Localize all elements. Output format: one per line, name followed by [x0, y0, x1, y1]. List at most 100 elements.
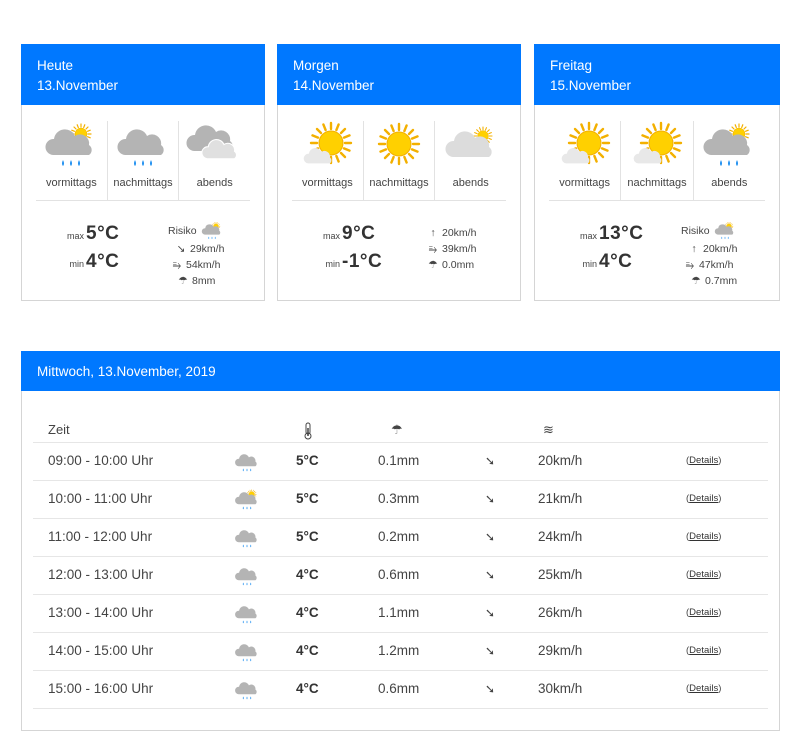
row-wind-speed: 20km/h: [538, 453, 583, 468]
wind-direction-icon: ↘: [176, 243, 186, 255]
row-time: 09:00 - 10:00 Uhr: [48, 453, 154, 468]
row-temperature: 5°C: [296, 491, 319, 506]
period-evening: abends: [692, 121, 765, 201]
max-label: max: [66, 231, 84, 241]
row-temperature: 5°C: [296, 453, 319, 468]
min-temp: -1°C: [342, 251, 383, 272]
divider: [36, 200, 250, 201]
temperature-range: max 5°C min 4°C: [62, 223, 162, 279]
row-temperature: 4°C: [296, 605, 319, 620]
period-label: nachmittags: [627, 177, 687, 189]
gust-speed: 39km/h: [442, 243, 477, 255]
conditions-summary: ↑ 20km/h ⥱ 39km/h ☂ 0.0mm: [424, 225, 476, 273]
forecast-card-today: Heute 13.November vormittags nachmittags…: [21, 44, 265, 301]
row-temperature: 4°C: [296, 681, 319, 696]
period-label: vormittags: [301, 177, 353, 189]
row-wind-speed: 29km/h: [538, 643, 583, 658]
gust-icon: ⥱: [685, 259, 695, 271]
details-link-wrapper: (Details): [686, 645, 722, 656]
wind-direction-icon: ➘: [485, 530, 496, 544]
period-icons: vormittags nachmittags abends: [549, 121, 765, 201]
row-precipitation: 0.3mm: [378, 491, 420, 506]
card-header: Freitag 15.November: [534, 44, 780, 105]
wind-direction-icon: ➘: [485, 606, 496, 620]
table-row: 15:00 - 16:00 Uhr 4°C 0.6mm ➘ 30km/h (Details…: [33, 670, 768, 709]
wind-direction-icon: ↑: [430, 227, 436, 239]
hourly-forecast-table: Mittwoch, 13.November, 2019 Zeit ☂ ≋ 09:…: [21, 351, 780, 731]
min-temp: 4°C: [86, 251, 120, 272]
conditions-summary: Risiko ↘ 29km/h ⥱ 54km/h ☂ 8mm: [168, 221, 224, 289]
period-evening: abends: [434, 121, 506, 201]
card-day: Morgen: [293, 58, 339, 73]
sun-icon: [377, 122, 421, 166]
min-label: min: [69, 259, 84, 269]
row-wind-speed: 25km/h: [538, 567, 583, 582]
details-link[interactable]: Details: [689, 569, 718, 580]
row-precipitation: 1.2mm: [378, 643, 420, 658]
wind-direction-icon: ↑: [691, 243, 697, 255]
sun-cloud-icon: [561, 121, 610, 165]
row-time: 13:00 - 14:00 Uhr: [48, 605, 154, 620]
max-label: max: [579, 231, 597, 241]
umbrella-icon: ☂: [178, 275, 188, 287]
wind-direction-icon: ➘: [485, 682, 496, 696]
details-link[interactable]: Details: [689, 493, 718, 504]
min-label: min: [325, 259, 340, 269]
divider: [292, 200, 506, 201]
details-link[interactable]: Details: [689, 531, 718, 542]
card-day: Heute: [37, 58, 74, 73]
wind-speed: 20km/h: [442, 227, 477, 239]
wind-icon: ≋: [543, 422, 554, 437]
card-header: Heute 13.November: [21, 44, 265, 105]
precipitation: 0.7mm: [705, 275, 738, 287]
details-link-wrapper: (Details): [686, 493, 722, 504]
details-link-wrapper: (Details): [686, 683, 722, 694]
row-precipitation: 1.1mm: [378, 605, 420, 620]
period-evening: abends: [178, 121, 250, 201]
table-row: 14:00 - 15:00 Uhr 4°C 1.2mm ➘ 29km/h (Details…: [33, 632, 768, 671]
divider: [549, 200, 765, 201]
wind-speed: 29km/h: [190, 243, 225, 255]
row-wind-speed: 30km/h: [538, 681, 583, 696]
card-date: 15.November: [550, 78, 632, 93]
table-row: 13:00 - 14:00 Uhr 4°C 1.1mm ➘ 26km/h (Details…: [33, 594, 768, 633]
details-link[interactable]: Details: [689, 683, 718, 694]
details-link[interactable]: Details: [689, 607, 718, 618]
details-link[interactable]: Details: [689, 455, 718, 466]
period-label: abends: [196, 177, 233, 189]
details-link[interactable]: Details: [689, 645, 718, 656]
wind-direction-icon: ➘: [485, 492, 496, 506]
table-row: 09:00 - 10:00 Uhr 5°C 0.1mm ➘ 20km/h (Details…: [33, 442, 768, 481]
gust-speed: 47km/h: [699, 259, 734, 271]
thermometer-icon: [303, 418, 313, 442]
row-precipitation: 0.1mm: [378, 453, 420, 468]
sun-cloud-icon: [633, 121, 683, 165]
precipitation: 8mm: [192, 275, 216, 287]
cloud-sun-rain-icon: [703, 123, 750, 166]
details-link-wrapper: (Details): [686, 569, 722, 580]
cloud-rain-icon: [233, 602, 261, 624]
max-temp: 13°C: [599, 223, 644, 244]
row-time: 12:00 - 13:00 Uhr: [48, 567, 154, 582]
wind-direction-icon: ➘: [485, 568, 496, 582]
cloud-rain-icon: [233, 678, 261, 700]
forecast-card-friday: Freitag 15.November vormittags nachmitta…: [534, 44, 780, 301]
period-label: nachmittags: [369, 177, 429, 189]
max-temp: 5°C: [86, 223, 120, 244]
row-wind-speed: 24km/h: [538, 529, 583, 544]
row-temperature: 5°C: [296, 529, 319, 544]
row-precipitation: 0.2mm: [378, 529, 420, 544]
period-label: abends: [711, 177, 748, 189]
wind-direction-icon: ➘: [485, 644, 496, 658]
risk-label: Risiko: [681, 224, 710, 237]
hourly-title: Mittwoch, 13.November, 2019: [21, 351, 780, 391]
cloud-rain-icon: [233, 450, 261, 472]
card-date: 14.November: [293, 78, 375, 93]
row-temperature: 4°C: [296, 643, 319, 658]
card-day: Freitag: [550, 58, 593, 73]
row-time: 14:00 - 15:00 Uhr: [48, 643, 154, 658]
row-time: 15:00 - 16:00 Uhr: [48, 681, 154, 696]
forecast-card-tomorrow: Morgen 14.November vormittags nachmittag…: [277, 44, 521, 301]
clouds-icon: [186, 125, 237, 160]
cloud-rain-icon: [233, 640, 261, 662]
